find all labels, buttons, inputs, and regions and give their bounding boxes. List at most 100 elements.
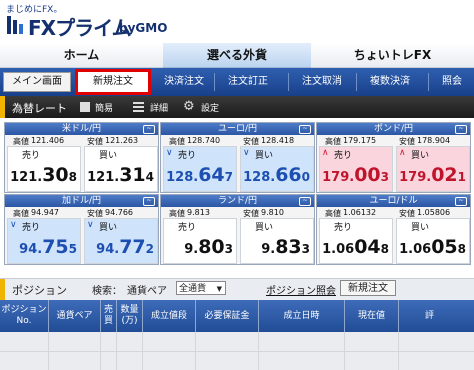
position-bar: ポジション 検索： 通貨ペア 全通貨 ▼ ポジション照会 新規注文 — [0, 278, 474, 301]
buy-button[interactable]: 買い 1.06058 — [396, 218, 470, 264]
column-header: ポジション No. — [1, 305, 47, 326]
position-inquiry-link[interactable]: ポジション照会 — [266, 282, 336, 297]
rate-panel: 加ドル/円 ~ 高値 94.947 安値 94.766 ∨ 売り 94.755 ∨ 買い 94.772 — [4, 194, 159, 265]
low-value: 9.810 — [261, 208, 284, 217]
currency-pair-select-value: 全通貨 — [179, 284, 207, 294]
high-value: 94.947 — [31, 208, 59, 217]
sell-label: 売り — [334, 151, 353, 161]
buy-label: 買い — [411, 151, 430, 161]
sell-button[interactable]: 売り 121.308 — [7, 146, 81, 192]
rate-bar-accent — [0, 96, 5, 118]
buy-price: 128.660 — [243, 164, 310, 186]
buy-button[interactable]: 買い 121.314 — [84, 146, 158, 192]
currency-pair: ポンド/円 — [373, 124, 414, 134]
sell-button[interactable]: ∧ 売り 179.003 — [319, 146, 393, 192]
gear-icon[interactable]: ⚙ — [183, 99, 195, 114]
low-value: 94.766 — [105, 208, 133, 217]
column-header: 評 — [398, 300, 460, 332]
pair-label: 通貨ペア — [127, 286, 167, 297]
fxprime-logo-icon — [7, 16, 23, 34]
detail-view-icon[interactable] — [133, 102, 144, 112]
rate-panel: ポンド/円 ~ 高値 179.175 安値 178.904 ∧ 売り 179.003 ∧ 買い 179… — [316, 122, 471, 193]
buy-price: 121.314 — [87, 164, 154, 186]
simple-view-icon[interactable] — [80, 102, 90, 112]
sell-button[interactable]: 売り 1.06048 — [319, 218, 393, 264]
buy-price: 94.772 — [96, 236, 154, 258]
arrow-down-icon: ∨ — [243, 148, 250, 158]
settings-label[interactable]: 設定 — [201, 101, 219, 114]
arrow-down-icon: ∨ — [87, 220, 94, 230]
currency-pair: 米ドル/円 — [61, 124, 102, 134]
buy-label: 買い — [255, 223, 274, 233]
sub-nav: メイン画面 新規注文 決済注文 注文訂正 注文取消 複数決済 照会 — [0, 68, 474, 96]
sell-button[interactable]: 売り 9.803 — [163, 218, 237, 264]
subnav-new-order[interactable]: 新規注文 — [75, 69, 151, 95]
subnav-inquiry[interactable]: 照会 — [428, 73, 474, 91]
high-value: 1.06132 — [343, 208, 377, 217]
sell-price: 9.803 — [184, 236, 233, 258]
sell-button[interactable]: ∨ 売り 94.755 — [7, 218, 81, 264]
low-value: 121.263 — [105, 136, 139, 145]
buy-label: 買い — [99, 223, 118, 233]
chart-icon[interactable]: ~ — [143, 125, 155, 134]
main-nav: ホーム 選べる外貨 ちょいトレFX — [0, 43, 474, 68]
currency-pair-select[interactable]: 全通貨 ▼ — [176, 281, 226, 295]
simple-view-label[interactable]: 簡易 — [95, 101, 113, 114]
sell-price: 128.647 — [166, 164, 233, 186]
sell-button[interactable]: ∨ 売り 128.647 — [163, 146, 237, 192]
subnav-modify-order[interactable]: 注文訂正 — [214, 73, 281, 91]
buy-price: 1.06058 — [399, 236, 466, 258]
column-divider — [142, 332, 143, 370]
chart-icon[interactable]: ~ — [143, 197, 155, 206]
sell-price: 179.003 — [322, 164, 389, 186]
rate-panel-title: 米ドル/円 ~ — [5, 123, 158, 135]
low-value: 1.05806 — [417, 208, 451, 217]
tab-choitore-fx[interactable]: ちょいトレFX — [311, 43, 474, 68]
column-header: 売 買 — [100, 300, 116, 332]
sell-label: 売り — [178, 223, 197, 233]
buy-price: 179.021 — [399, 164, 466, 186]
tab-home[interactable]: ホーム — [0, 43, 163, 68]
subnav-settle-order[interactable]: 決済注文 — [156, 73, 212, 91]
arrow-down-icon: ∨ — [166, 148, 173, 158]
subnav-main-screen[interactable]: メイン画面 — [3, 72, 71, 92]
column-header: 数量 (万) — [116, 300, 142, 332]
buy-label: 買い — [255, 151, 274, 161]
buy-button[interactable]: 買い 9.833 — [240, 218, 314, 264]
rate-bar: 為替レート 簡易 詳細 ⚙ 設定 — [0, 96, 474, 118]
column-header: 成立日時 — [258, 300, 344, 332]
detail-view-label[interactable]: 詳細 — [150, 101, 168, 114]
new-order-button[interactable]: 新規注文 — [340, 280, 396, 296]
position-table-body — [0, 332, 474, 370]
arrow-down-icon: ∨ — [10, 220, 17, 230]
chart-icon[interactable]: ~ — [455, 197, 467, 206]
subnav-multi-settle[interactable]: 複数決済 — [356, 73, 423, 91]
sell-price: 94.755 — [19, 236, 77, 258]
rate-panel: ランド/円 ~ 高値 9.813 安値 9.810 売り 9.803 買い 9.833 — [160, 194, 315, 265]
rate-bar-title: 為替レート — [12, 102, 67, 115]
search-label: 検索： — [92, 286, 122, 297]
sell-label: 売り — [22, 151, 41, 161]
rate-panel: 米ドル/円 ~ 高値 121.406 安値 121.263 売り 121.308 買い 121.3… — [4, 122, 159, 193]
column-divider — [398, 332, 399, 370]
rate-panel-title: 加ドル/円 ~ — [5, 195, 158, 207]
currency-pair: ランド/円 — [217, 196, 258, 206]
chart-icon[interactable]: ~ — [299, 125, 311, 134]
column-divider — [100, 332, 101, 370]
buy-button[interactable]: ∧ 買い 179.021 — [396, 146, 470, 192]
chart-icon[interactable]: ~ — [455, 125, 467, 134]
buy-button[interactable]: ∨ 買い 128.660 — [240, 146, 314, 192]
tab-choose-currency[interactable]: 選べる外貨 — [163, 43, 311, 68]
buy-button[interactable]: ∨ 買い 94.772 — [84, 218, 158, 264]
rate-panel-title: ポンド/円 ~ — [317, 123, 470, 135]
column-divider — [116, 332, 117, 370]
low-value: 178.904 — [417, 136, 451, 145]
subnav-cancel-order[interactable]: 注文取消 — [288, 73, 355, 91]
chart-icon[interactable]: ~ — [299, 197, 311, 206]
column-header: 必要保証金 — [195, 300, 258, 332]
position-title: ポジション — [12, 284, 67, 297]
sell-label: 売り — [22, 223, 41, 233]
column-header: 成立値段 — [142, 300, 195, 332]
buy-label: 買い — [99, 151, 118, 161]
chevron-down-icon: ▼ — [216, 285, 222, 293]
